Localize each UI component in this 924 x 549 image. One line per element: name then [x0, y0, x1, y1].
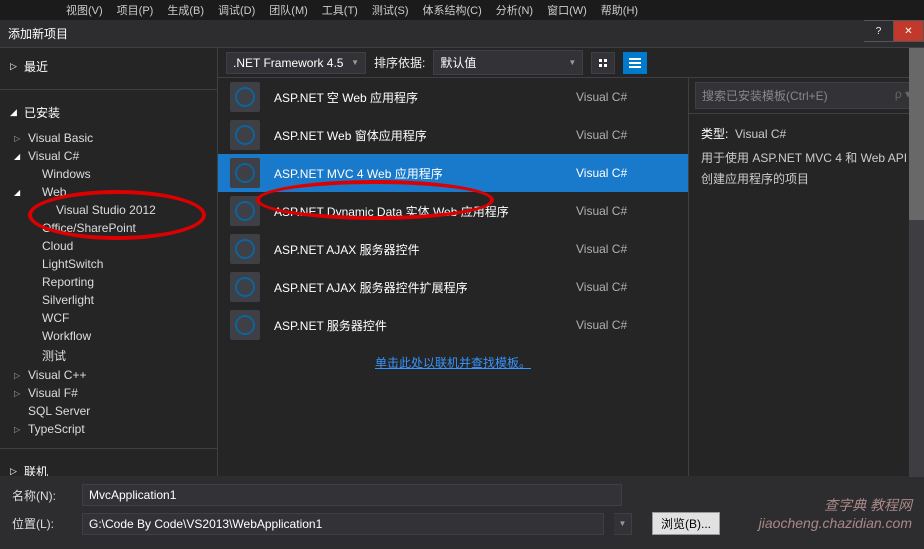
template-name: ASP.NET AJAX 服务器控件 — [274, 241, 562, 258]
template-name: ASP.NET MVC 4 Web 应用程序 — [274, 165, 562, 182]
template-item[interactable]: ASP.NET Dynamic Data 实体 Web 应用程序 Visual … — [218, 192, 688, 230]
template-name: ASP.NET Web 窗体应用程序 — [274, 127, 562, 144]
template-item[interactable]: ASP.NET AJAX 服务器控件 Visual C# — [218, 230, 688, 268]
sidebar-recent[interactable]: ▷最近 — [0, 52, 217, 81]
help-button[interactable]: ? — [864, 20, 894, 42]
tree-windows[interactable]: Windows — [10, 165, 217, 183]
sidebar-installed[interactable]: ◢已安装 — [0, 98, 217, 127]
scrollbar[interactable] — [909, 48, 924, 477]
name-label: 名称(N): — [12, 487, 72, 504]
template-item[interactable]: ASP.NET AJAX 服务器控件扩展程序 Visual C# — [218, 268, 688, 306]
template-item[interactable]: ASP.NET Web 窗体应用程序 Visual C# — [218, 116, 688, 154]
view-list[interactable] — [623, 52, 647, 74]
type-label: 类型: — [701, 127, 728, 141]
menu-item[interactable]: 帮助(H) — [595, 0, 644, 20]
template-lang: Visual C# — [576, 242, 676, 256]
tree-sqlserver[interactable]: SQL Server — [10, 402, 217, 420]
view-large-icons[interactable] — [591, 52, 615, 74]
template-lang: Visual C# — [576, 204, 676, 218]
template-icon — [230, 234, 260, 264]
template-description: 用于使用 ASP.NET MVC 4 和 Web API 创建应用程序的项目 — [701, 148, 912, 189]
titlebar: 添加新项目 ? ✕ — [0, 20, 924, 48]
tree-reporting[interactable]: Reporting — [10, 273, 217, 291]
browse-button[interactable]: 浏览(B)... — [652, 512, 720, 535]
close-button[interactable]: ✕ — [894, 20, 924, 42]
sidebar-online[interactable]: ▷联机 — [0, 457, 217, 476]
template-list: ASP.NET 空 Web 应用程序 Visual C# ASP.NET Web… — [218, 78, 688, 476]
template-icon — [230, 272, 260, 302]
template-icon — [230, 82, 260, 112]
menubar: 视图(V) 项目(P) 生成(B) 调试(D) 团队(M) 工具(T) 测试(S… — [0, 0, 924, 20]
template-icon — [230, 310, 260, 340]
template-lang: Visual C# — [576, 128, 676, 142]
tree-silverlight[interactable]: Silverlight — [10, 291, 217, 309]
location-dropdown-button[interactable]: ▼ — [614, 513, 632, 535]
sidebar: ▷最近 ◢已安装 Visual Basic Visual C# Windows … — [0, 48, 218, 476]
template-icon — [230, 120, 260, 150]
location-input[interactable] — [82, 513, 604, 535]
tree-typescript[interactable]: TypeScript — [10, 420, 217, 438]
tree-vs2012[interactable]: Visual Studio 2012 — [10, 201, 217, 219]
template-name: ASP.NET 服务器控件 — [274, 317, 562, 334]
template-name: ASP.NET Dynamic Data 实体 Web 应用程序 — [274, 203, 562, 220]
tree-visual-basic[interactable]: Visual Basic — [10, 129, 217, 147]
template-name: ASP.NET AJAX 服务器控件扩展程序 — [274, 279, 562, 296]
toolbar: .NET Framework 4.5▼ 排序依据: 默认值▼ — [218, 48, 924, 78]
type-value: Visual C# — [735, 127, 786, 141]
tree-visual-fsharp[interactable]: Visual F# — [10, 384, 217, 402]
template-lang: Visual C# — [576, 90, 676, 104]
template-item[interactable]: ASP.NET 服务器控件 Visual C# — [218, 306, 688, 344]
template-lang: Visual C# — [576, 166, 676, 180]
menu-item[interactable]: 调试(D) — [212, 0, 261, 20]
tree-sharepoint[interactable]: Office/SharePoint — [10, 219, 217, 237]
menu-item[interactable]: 分析(N) — [490, 0, 539, 20]
tree-visual-cpp[interactable]: Visual C++ — [10, 366, 217, 384]
menu-item[interactable]: 窗口(W) — [541, 0, 593, 20]
sort-label: 排序依据: — [374, 54, 425, 71]
search-input[interactable]: 搜索已安装模板(Ctrl+E) ρ ▾ — [695, 82, 918, 109]
details-pane: 搜索已安装模板(Ctrl+E) ρ ▾ 类型: Visual C# 用于使用 A… — [688, 78, 924, 476]
framework-dropdown[interactable]: .NET Framework 4.5▼ — [226, 52, 366, 74]
online-templates-link[interactable]: 单击此处以联机并查找模板。 — [375, 356, 531, 370]
tree-lightswitch[interactable]: LightSwitch — [10, 255, 217, 273]
template-item-selected[interactable]: ASP.NET MVC 4 Web 应用程序 Visual C# — [218, 154, 688, 192]
tree-web[interactable]: Web — [10, 183, 217, 201]
tree-workflow[interactable]: Workflow — [10, 327, 217, 345]
template-lang: Visual C# — [576, 280, 676, 294]
template-icon — [230, 158, 260, 188]
menu-item[interactable]: 体系结构(C) — [417, 0, 488, 20]
name-input[interactable] — [82, 484, 622, 506]
menu-item[interactable]: 团队(M) — [263, 0, 314, 20]
form-area: 名称(N): 位置(L): ▼ 浏览(B)... — [0, 476, 924, 549]
tree-visual-csharp[interactable]: Visual C# — [10, 147, 217, 165]
menu-item[interactable]: 工具(T) — [316, 0, 364, 20]
tree-wcf[interactable]: WCF — [10, 309, 217, 327]
menu-item[interactable]: 视图(V) — [60, 0, 109, 20]
template-name: ASP.NET 空 Web 应用程序 — [274, 89, 562, 106]
tree-test[interactable]: 测试 — [10, 345, 217, 366]
tree-cloud[interactable]: Cloud — [10, 237, 217, 255]
location-label: 位置(L): — [12, 515, 72, 532]
template-item[interactable]: ASP.NET 空 Web 应用程序 Visual C# — [218, 78, 688, 116]
menu-item[interactable]: 项目(P) — [111, 0, 160, 20]
menu-item[interactable]: 生成(B) — [161, 0, 210, 20]
template-icon — [230, 196, 260, 226]
template-lang: Visual C# — [576, 318, 676, 332]
window-title: 添加新项目 — [8, 25, 68, 42]
sort-dropdown[interactable]: 默认值▼ — [433, 50, 583, 75]
menu-item[interactable]: 测试(S) — [366, 0, 415, 20]
